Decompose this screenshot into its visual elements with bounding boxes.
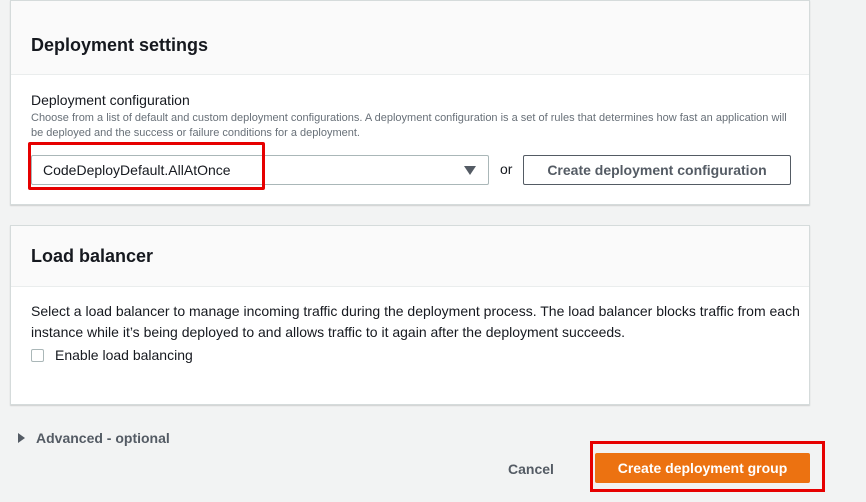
create-deployment-configuration-button[interactable]: Create deployment configuration: [523, 155, 791, 185]
create-deployment-group-button[interactable]: Create deployment group: [595, 453, 810, 483]
advanced-optional-label: Advanced - optional: [36, 430, 170, 446]
load-balancer-title: Load balancer: [31, 245, 154, 266]
load-balancer-header: Load balancer: [11, 226, 809, 287]
selected-configuration-value: CodeDeployDefault.AllAtOnce: [43, 162, 231, 178]
load-balancer-description: Select a load balancer to manage incomin…: [31, 303, 800, 340]
or-separator: or: [500, 161, 513, 177]
deployment-settings-title: Deployment settings: [31, 35, 209, 55]
load-balancer-panel: Load balancer Select a load balancer to …: [10, 225, 810, 405]
deployment-configuration-description: Choose from a list of default and custom…: [31, 112, 787, 139]
enable-load-balancing-label: Enable load balancing: [55, 347, 193, 363]
deployment-configuration-select[interactable]: CodeDeployDefault.AllAtOnce: [31, 155, 489, 185]
caret-right-icon: [18, 433, 25, 443]
cancel-button[interactable]: Cancel: [497, 458, 565, 480]
dropdown-arrow-icon: [464, 166, 476, 175]
enable-load-balancing-checkbox[interactable]: [31, 348, 44, 362]
deployment-settings-header: Deployment settings: [11, 1, 809, 75]
advanced-optional-toggle[interactable]: Advanced - optional: [18, 430, 170, 446]
enable-load-balancing-row[interactable]: Enable load balancing: [31, 347, 193, 363]
deployment-configuration-label: Deployment configuration: [31, 92, 190, 108]
deployment-settings-panel: Deployment settings Deployment configura…: [10, 0, 810, 205]
